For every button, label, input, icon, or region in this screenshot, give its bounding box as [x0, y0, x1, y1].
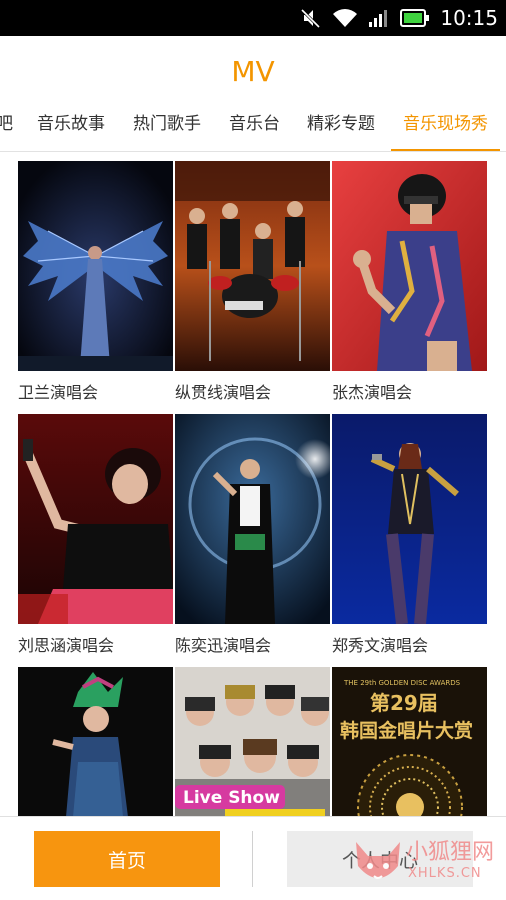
mv-title: 陈奕迅演唱会	[175, 636, 272, 655]
mv-thumbnail[interactable]	[18, 161, 173, 371]
mv-title: 纵贯线演唱会	[175, 383, 272, 402]
fox-logo-icon	[356, 842, 400, 879]
poster-live-show-text: Live Show	[183, 788, 280, 808]
mv-thumbnail[interactable]	[175, 161, 330, 371]
watermark-text-en: XHLKS.CN	[408, 866, 482, 881]
mv-thumbnail[interactable]: THE 29th GOLDEN DISC AWARDS 第29届 韩国金唱片大赏	[332, 667, 487, 816]
poster-golden-disc-line1: 第29届	[370, 691, 438, 715]
poster-golden-disc-header: THE 29th GOLDEN DISC AWARDS	[343, 679, 461, 687]
watermark-text-cn: 小狐狸网	[406, 840, 495, 865]
bottom-nav: 首页 个人中心 小狐狸网 XHLKS.CN	[0, 816, 506, 900]
watermark: 小狐狸网 XHLKS.CN	[350, 830, 500, 894]
tab-music-story[interactable]: 音乐故事	[37, 106, 105, 151]
mv-thumbnail[interactable]	[332, 414, 487, 624]
mv-title: 郑秀文演唱会	[332, 636, 429, 655]
status-bar: 10:15	[0, 0, 506, 36]
battery-icon	[400, 8, 430, 28]
mv-thumbnail[interactable]: Live Show	[175, 667, 330, 816]
page-title: MV	[231, 54, 275, 88]
mv-title: 刘思涵演唱会	[18, 636, 115, 655]
poster-golden-disc-line2: 韩国金唱片大赏	[340, 719, 473, 742]
wifi-icon	[332, 7, 358, 29]
tab-live-show[interactable]: 音乐现场秀	[391, 106, 500, 151]
status-time: 10:15	[440, 6, 498, 30]
mute-icon	[298, 6, 322, 30]
tab-featured-topics[interactable]: 精彩专题	[307, 106, 375, 151]
mv-card[interactable]: 郑秀文演唱会	[332, 414, 487, 656]
mv-title: 卫兰演唱会	[18, 383, 99, 402]
title-bar: MV	[0, 36, 506, 106]
mv-card[interactable]: 陈奕迅演唱会	[175, 414, 330, 656]
mv-card[interactable]: 卫兰演唱会	[18, 161, 173, 403]
home-button[interactable]: 首页	[34, 831, 220, 887]
mv-card[interactable]: Live Show	[175, 667, 330, 816]
tab-partial[interactable]: 吧	[0, 106, 13, 151]
mv-grid: 卫兰演唱会 纵贯线演唱会 张杰演唱会 刘思涵演唱会 陈奕迅演唱会 郑秀文演唱会 …	[0, 152, 506, 816]
mv-thumbnail[interactable]	[18, 414, 173, 624]
status-icons: 10:15	[298, 0, 498, 36]
mv-thumbnail[interactable]	[332, 161, 487, 371]
tab-music-station[interactable]: 音乐台	[229, 106, 280, 151]
category-tabs: 吧 音乐故事 热门歌手 音乐台 精彩专题 音乐现场秀	[0, 106, 506, 152]
mv-card[interactable]: 张杰演唱会	[332, 161, 487, 403]
nav-divider	[252, 831, 253, 887]
tab-hot-singers[interactable]: 热门歌手	[133, 106, 201, 151]
mv-thumbnail[interactable]	[18, 667, 173, 816]
mv-thumbnail[interactable]	[175, 414, 330, 624]
mv-card[interactable]: THE 29th GOLDEN DISC AWARDS 第29届 韩国金唱片大赏	[332, 667, 487, 816]
mv-card[interactable]: 刘思涵演唱会	[18, 414, 173, 656]
mv-card[interactable]	[18, 667, 173, 816]
signal-icon	[368, 8, 390, 28]
mv-title: 张杰演唱会	[332, 383, 413, 402]
mv-card[interactable]: 纵贯线演唱会	[175, 161, 330, 403]
